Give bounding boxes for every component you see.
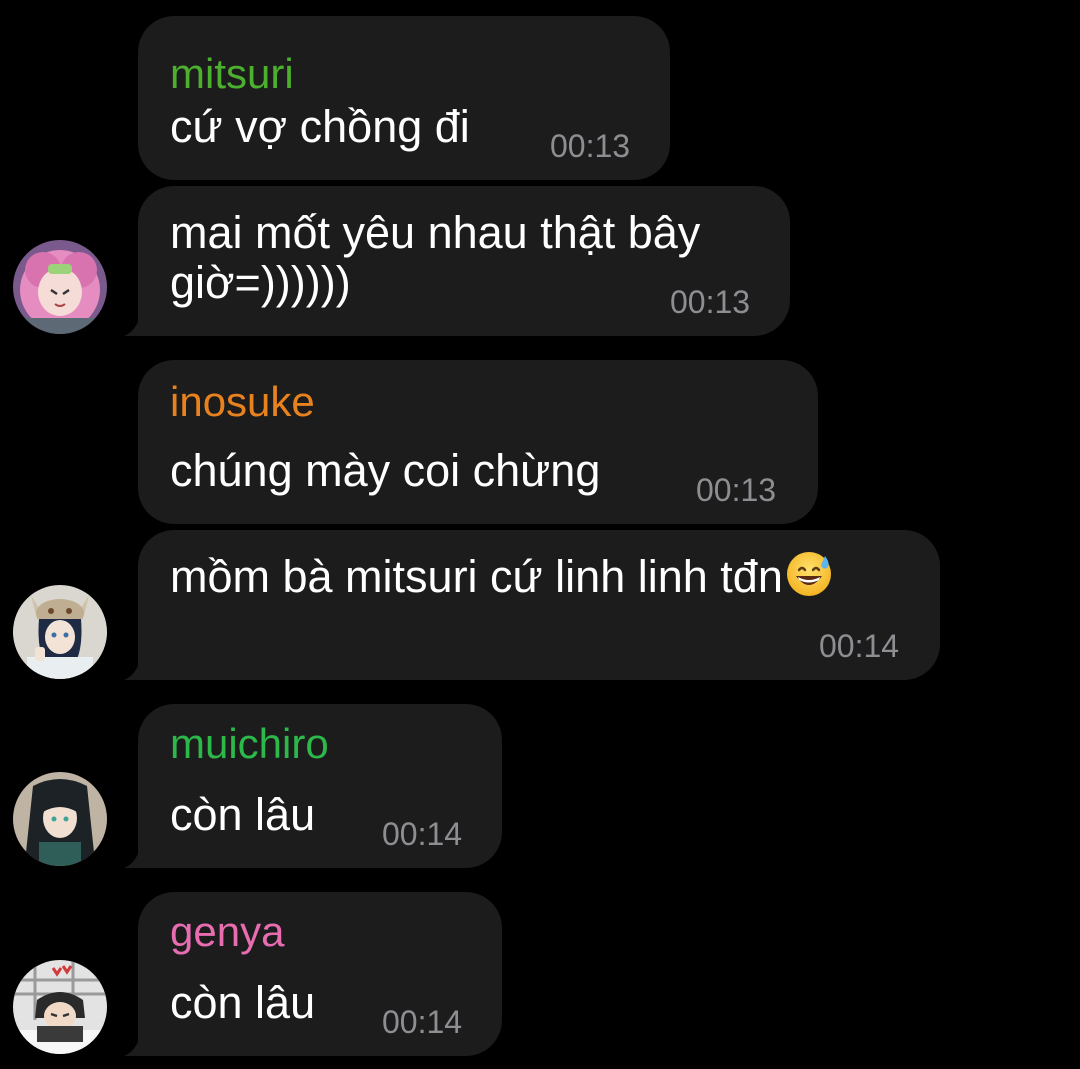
grinning-face-with-sweat-icon [786,552,831,596]
muichiro-avatar[interactable] [13,772,107,866]
bubble-tail [124,310,152,336]
inosuke-avatar[interactable] [13,585,107,679]
message-bubble[interactable]: mồm bà mitsuri cứ linh linh tđn 00:14 [124,530,940,680]
sender-name[interactable]: muichiro [170,720,329,768]
message-time: 00:13 [670,284,751,320]
sender-name[interactable]: mitsuri [170,50,294,98]
message-bubble[interactable]: genya còn lâu 00:14 [124,892,502,1056]
message-bubble[interactable]: muichiro còn lâu 00:14 [124,704,502,868]
message-time: 00:14 [382,1004,463,1040]
message-time: 00:14 [819,628,900,664]
bubble-tail [124,1030,152,1056]
message-text: chúng mày coi chừng [170,445,601,496]
message-text-content: mồm bà mitsuri cứ linh linh tđn [170,551,783,602]
message-time: 00:13 [550,128,631,164]
message-bubble[interactable]: inosuke chúng mày coi chừng 00:13 [138,360,818,524]
bubble-tail [124,654,152,680]
message-text: còn lâu [170,789,316,840]
message-bubble[interactable]: mitsuri cứ vợ chồng đi 00:13 [138,16,670,180]
genya-avatar[interactable] [13,960,107,1054]
bubble-tail [124,842,152,868]
sender-name[interactable]: inosuke [170,378,315,426]
message-text: còn lâu [170,977,316,1028]
sender-name[interactable]: genya [170,908,284,956]
message-time: 00:13 [696,472,777,508]
message-time: 00:14 [382,816,463,852]
message-bubble[interactable]: mai mốt yêu nhau thật bây giờ=)))))) 00:… [124,186,790,336]
message-text: cứ vợ chồng đi [170,101,470,152]
message-text: giờ=)))))) [170,257,351,308]
mitsuri-avatar[interactable] [13,240,107,334]
message-text: mồm bà mitsuri cứ linh linh tđn [170,548,833,606]
